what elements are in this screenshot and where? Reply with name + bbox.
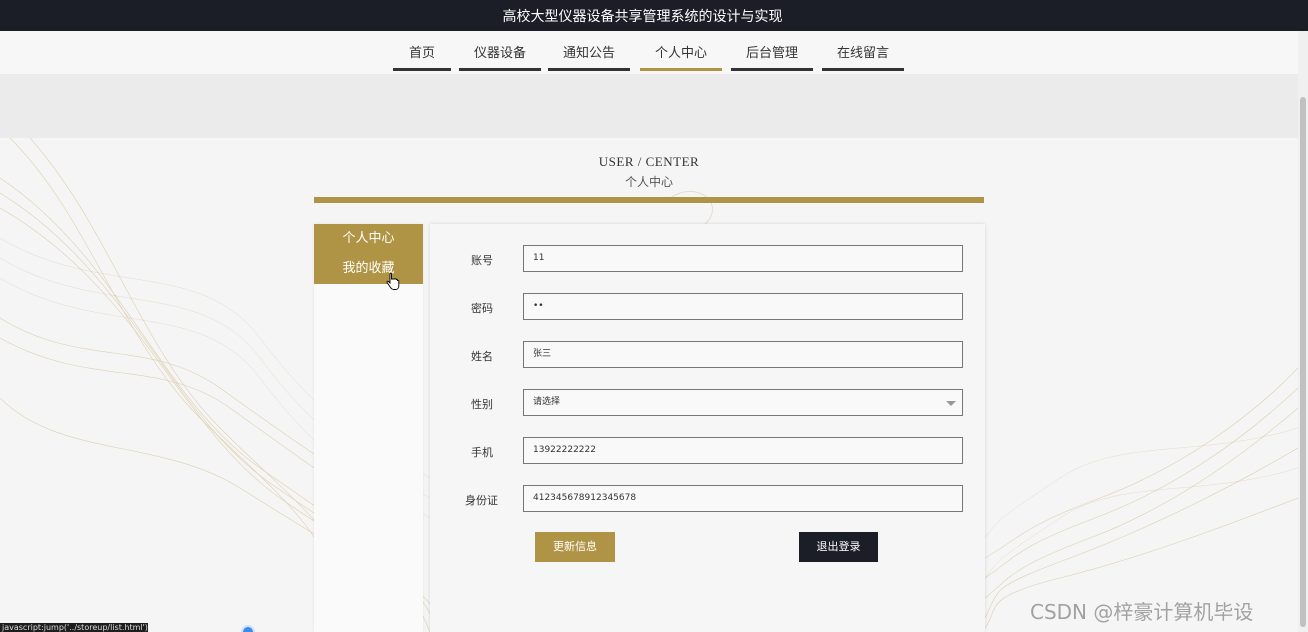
account-input[interactable]: 11 xyxy=(523,245,963,272)
name-label: 姓名 xyxy=(471,350,493,363)
account-label: 账号 xyxy=(471,254,493,267)
update-info-button[interactable]: 更新信息 xyxy=(535,532,615,562)
nav-underline xyxy=(393,68,451,71)
nav-underline-active xyxy=(640,68,722,71)
nav-item-label: 在线留言 xyxy=(836,46,889,61)
gender-select-value: 请选择 xyxy=(533,397,561,407)
side-item-favorites[interactable]: 我的收藏 xyxy=(314,261,423,291)
nav-underline xyxy=(731,68,813,71)
site-title: 高校大型仪器设备共享管理系统的设计与实现 xyxy=(502,9,783,25)
nav-underline xyxy=(459,68,541,71)
phone-label: 手机 xyxy=(471,446,493,459)
nav-item-admin[interactable]: 后台管理 xyxy=(731,42,813,71)
gender-select[interactable]: 请选择 xyxy=(523,389,963,416)
nav-underline xyxy=(548,68,630,71)
nav-item-label: 通知公告 xyxy=(562,46,615,61)
nav-item-notices[interactable]: 通知公告 xyxy=(548,42,630,71)
nav-item-home[interactable]: 首页 xyxy=(393,42,451,71)
banner-area xyxy=(0,74,1298,138)
logout-button[interactable]: 退出登录 xyxy=(799,532,878,562)
main-nav: 首页 仪器设备 通知公告 个人中心 后台管理 在线留言 xyxy=(0,31,1298,74)
gender-label: 性别 xyxy=(471,398,493,411)
top-header-bar: 高校大型仪器设备共享管理系统的设计与实现 xyxy=(0,0,1308,31)
nav-item-equipment[interactable]: 仪器设备 xyxy=(459,42,541,71)
nav-item-label: 首页 xyxy=(408,46,435,61)
password-input[interactable]: •• xyxy=(523,293,963,320)
id-card-label: 身份证 xyxy=(465,494,498,507)
watermark-text: CSDN @梓豪计算机毕设 xyxy=(1030,600,1254,624)
side-menu-tabs: 个人中心 我的收藏 xyxy=(314,224,423,284)
link-status-tooltip: javascript:jump('../storeup/list.html') xyxy=(0,623,148,632)
profile-form: 账号 11 密码 •• 姓名 张三 性别 请选择 手机 13922222222 … xyxy=(430,224,985,632)
section-title-cn: 个人中心 xyxy=(624,175,673,189)
password-label: 密码 xyxy=(471,302,493,315)
section-title-en: USER / CENTER xyxy=(598,154,700,169)
phone-input[interactable]: 13922222222 xyxy=(523,437,963,464)
nav-item-user-center[interactable]: 个人中心 xyxy=(640,42,722,71)
scrollbar-thumb[interactable] xyxy=(1300,97,1306,627)
hand-cursor-icon xyxy=(386,273,400,290)
page-scrollbar[interactable] xyxy=(1298,31,1308,632)
section-divider xyxy=(314,197,984,203)
nav-item-label: 个人中心 xyxy=(654,46,707,61)
nav-underline xyxy=(822,68,904,71)
nav-item-label: 后台管理 xyxy=(745,46,798,61)
nav-item-label: 仪器设备 xyxy=(473,46,526,61)
side-item-user-center[interactable]: 个人中心 xyxy=(314,231,423,261)
nav-item-messages[interactable]: 在线留言 xyxy=(822,42,904,71)
id-card-input[interactable]: 412345678912345678 xyxy=(523,485,963,512)
name-input[interactable]: 张三 xyxy=(523,341,963,368)
side-menu: 个人中心 我的收藏 xyxy=(314,224,423,632)
chevron-down-icon xyxy=(946,401,956,406)
floating-dot-icon xyxy=(241,625,255,632)
